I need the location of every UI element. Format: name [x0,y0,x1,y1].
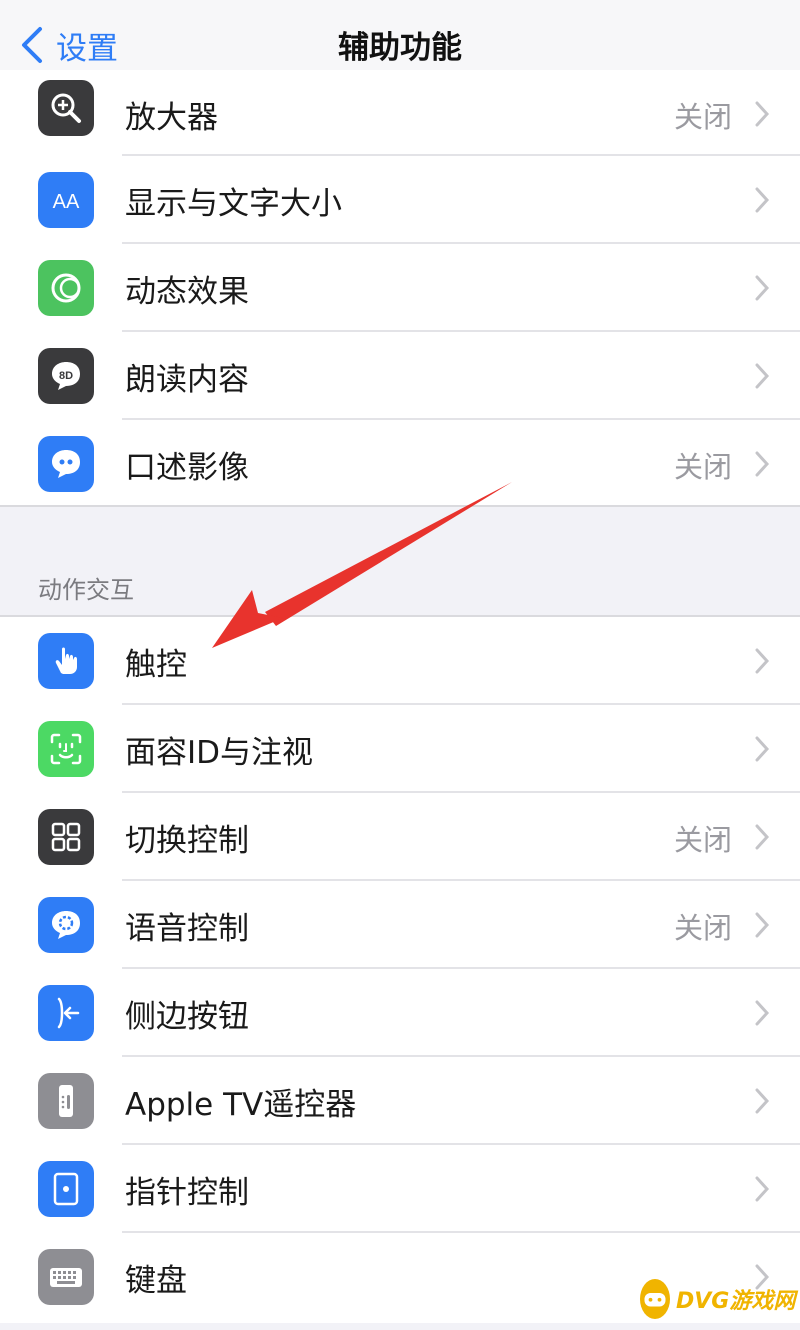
interaction-group: 触控 面容ID与注视 切换控制 关闭 语音控制 关闭 侧边按钮 Apple TV… [0,617,800,1323]
chevron-right-icon [755,451,770,477]
motion-icon [38,260,94,316]
row-label: 朗读内容 [125,362,249,398]
speech-bubble-icon: 8D [38,348,94,404]
row-motion[interactable]: 动态效果 [0,244,800,332]
section-header: 动作交互 [38,576,134,604]
chevron-right-icon [755,363,770,389]
chevron-right-icon [755,187,770,213]
row-face-id-attention[interactable]: 面容ID与注视 [0,705,800,793]
row-magnifier[interactable]: 放大器 关闭 [0,70,800,156]
text-size-icon: AA [38,172,94,228]
row-spoken-content[interactable]: 8D 朗读内容 [0,332,800,420]
row-label: 口述影像 [125,450,249,486]
row-pointer-control[interactable]: 指针控制 [0,1145,800,1233]
page-title: 辅助功能 [338,30,462,66]
vision-group: 放大器 关闭 AA 显示与文字大小 动态效果 8D 朗读内容 口述影像 关闭 [0,70,800,505]
chevron-right-icon [755,1176,770,1202]
divider [0,505,800,507]
watermark-text: DVG游戏网 [676,1289,796,1314]
tv-remote-icon [38,1073,94,1129]
hand-touch-icon [38,633,94,689]
pointer-control-icon [38,1161,94,1217]
watermark: DVG游戏网 [640,1274,796,1324]
row-label: 动态效果 [125,274,249,310]
svg-text:AA: AA [53,191,80,213]
voice-control-icon [38,897,94,953]
row-side-button[interactable]: 侧边按钮 [0,969,800,1057]
row-label: 指针控制 [125,1175,249,1211]
side-button-icon [38,985,94,1041]
row-touch[interactable]: 触控 [0,617,800,705]
chevron-right-icon [755,736,770,762]
keyboard-icon [38,1249,94,1305]
row-value: 关闭 [673,450,732,484]
row-label: 触控 [125,647,187,683]
chevron-right-icon [755,101,770,127]
magnifier-icon [38,80,94,136]
gamepad-logo-icon [640,1279,670,1319]
row-label: 语音控制 [125,911,249,947]
row-apple-tv-remote[interactable]: Apple TV遥控器 [0,1057,800,1145]
row-label: 放大器 [125,100,218,136]
row-label: 切换控制 [125,823,249,859]
row-audio-descriptions[interactable]: 口述影像 关闭 [0,420,800,508]
chevron-right-icon [755,1000,770,1026]
row-value: 关闭 [673,100,732,134]
row-voice-control[interactable]: 语音控制 关闭 [0,881,800,969]
svg-text:8D: 8D [59,370,73,382]
row-label: 面容ID与注视 [125,735,314,771]
switch-control-icon [38,809,94,865]
row-label: 键盘 [125,1263,187,1299]
face-id-icon [38,721,94,777]
chevron-right-icon [755,275,770,301]
row-label: 显示与文字大小 [125,186,342,222]
chevron-right-icon [755,1088,770,1114]
chevron-right-icon [755,824,770,850]
chevron-right-icon [755,648,770,674]
row-switch-control[interactable]: 切换控制 关闭 [0,793,800,881]
row-label: 侧边按钮 [125,999,249,1035]
chevron-right-icon [755,912,770,938]
audio-description-icon [38,436,94,492]
row-label: Apple TV遥控器 [125,1087,357,1123]
row-value: 关闭 [673,823,732,857]
row-value: 关闭 [673,911,732,945]
row-display-text-size[interactable]: AA 显示与文字大小 [0,156,800,244]
